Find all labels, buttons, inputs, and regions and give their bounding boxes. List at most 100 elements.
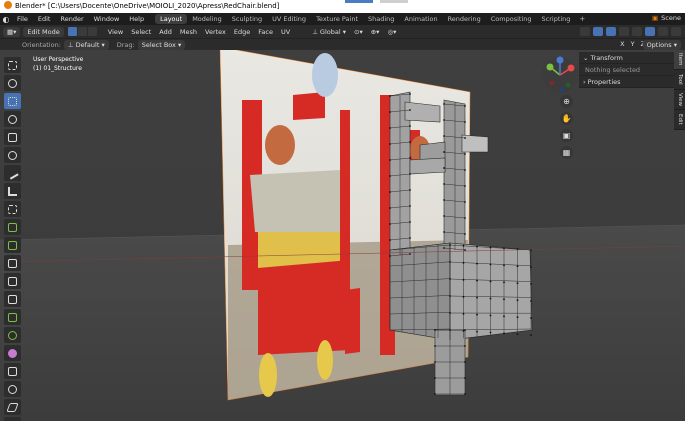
poly-build-tool[interactable] bbox=[4, 309, 21, 325]
material-shading-icon[interactable] bbox=[658, 27, 668, 36]
navigation-buttons: ⊕ ✋ ▣ ▦ bbox=[560, 95, 573, 159]
tab-edit[interactable]: Edit bbox=[674, 110, 685, 130]
annotate-tool[interactable] bbox=[4, 165, 21, 181]
navigation-gizmo[interactable] bbox=[540, 55, 580, 95]
workspace-tab-layout[interactable]: Layout bbox=[155, 14, 188, 24]
smooth-icon bbox=[8, 348, 17, 358]
edge-slide-icon bbox=[8, 366, 17, 376]
cursor-icon bbox=[8, 78, 17, 88]
add-workspace-button[interactable]: + bbox=[575, 15, 589, 23]
select-box-tool[interactable] bbox=[4, 57, 21, 73]
rotate-tool[interactable] bbox=[4, 111, 21, 127]
tab-tool[interactable]: Tool bbox=[674, 70, 685, 90]
overlays-toggle-icon[interactable] bbox=[606, 27, 616, 36]
menu-add[interactable]: Add bbox=[155, 28, 176, 36]
proportional-editing-icon[interactable]: ◎▾ bbox=[383, 28, 400, 36]
extrude-tool[interactable] bbox=[4, 219, 21, 235]
rip-tool[interactable] bbox=[4, 417, 21, 421]
add-cube-tool[interactable] bbox=[4, 201, 21, 217]
workspace-tab-scripting[interactable]: Scripting bbox=[537, 14, 576, 24]
smooth-tool[interactable] bbox=[4, 345, 21, 361]
xray-toggle-icon[interactable] bbox=[619, 27, 629, 36]
spin-tool[interactable] bbox=[4, 327, 21, 343]
options-dropdown[interactable]: Options ▾ bbox=[642, 40, 681, 50]
edge-slide-tool[interactable] bbox=[4, 363, 21, 379]
mode-dropdown[interactable]: Edit Mode bbox=[23, 26, 64, 37]
transform-orientation-dropdown[interactable]: ⊥ Global ▾ bbox=[308, 28, 350, 36]
cursor-tool[interactable] bbox=[4, 75, 21, 91]
gizmo-x-icon[interactable] bbox=[567, 64, 575, 72]
shrink-fatten-tool[interactable] bbox=[4, 381, 21, 397]
editor-type-dropdown[interactable]: ▦▾ bbox=[3, 26, 21, 37]
rendered-shading-icon[interactable] bbox=[671, 27, 681, 36]
spin-icon bbox=[8, 330, 17, 340]
shear-tool[interactable] bbox=[4, 399, 21, 415]
inset-tool[interactable] bbox=[4, 237, 21, 253]
face-select-button[interactable] bbox=[87, 27, 97, 36]
pan-hand-icon[interactable]: ✋ bbox=[560, 112, 573, 125]
scale-tool[interactable] bbox=[4, 129, 21, 145]
menu-render[interactable]: Render bbox=[55, 15, 88, 23]
edge-select-button[interactable] bbox=[77, 27, 87, 36]
rotate-icon bbox=[8, 114, 17, 124]
window-title: Blender* [C:\Users\Docente\OneDrive\MOIO… bbox=[15, 2, 280, 10]
3d-viewport[interactable] bbox=[0, 50, 685, 421]
pivot-point-icon[interactable]: ⊙▾ bbox=[350, 28, 367, 36]
camera-view-icon[interactable]: ▣ bbox=[560, 129, 573, 142]
tab-item[interactable]: Item bbox=[674, 50, 685, 70]
transform-tool[interactable] bbox=[4, 147, 21, 163]
perspective-label: User Perspective bbox=[33, 56, 84, 63]
menu-uv[interactable]: UV bbox=[277, 28, 294, 36]
solid-shading-icon[interactable] bbox=[645, 27, 655, 36]
blender-logo-icon bbox=[4, 1, 12, 9]
menu-help[interactable]: Help bbox=[124, 15, 149, 23]
tab-view[interactable]: View bbox=[674, 90, 685, 110]
inset-icon bbox=[8, 240, 17, 250]
menu-edit[interactable]: Edit bbox=[33, 15, 56, 23]
menu-mesh[interactable]: Mesh bbox=[176, 28, 201, 36]
shear-icon bbox=[6, 402, 19, 412]
vertex-select-button[interactable] bbox=[67, 27, 77, 36]
move-tool[interactable] bbox=[4, 93, 21, 109]
transform-panel-header[interactable]: ⌄ Transform bbox=[579, 52, 674, 64]
drag-dropdown[interactable]: Select Box ▾ bbox=[137, 39, 186, 50]
measure-tool[interactable] bbox=[4, 183, 21, 199]
snap-icon[interactable]: ⊕▾ bbox=[367, 28, 384, 36]
menu-face[interactable]: Face bbox=[254, 28, 277, 36]
gizmo-toggle-icon[interactable] bbox=[593, 27, 603, 36]
gizmo-y-icon[interactable] bbox=[546, 63, 554, 71]
workspace-tab-animation[interactable]: Animation bbox=[399, 14, 442, 24]
loop-cut-tool[interactable] bbox=[4, 273, 21, 289]
wireframe-shading-icon[interactable] bbox=[632, 27, 642, 36]
workspace-tab-uv-editing[interactable]: UV Editing bbox=[267, 14, 311, 24]
blender-menu-icon[interactable]: ◐ bbox=[0, 15, 12, 24]
workspace-tab-texture-paint[interactable]: Texture Paint bbox=[311, 14, 363, 24]
menu-file[interactable]: File bbox=[12, 15, 33, 23]
menu-select[interactable]: Select bbox=[127, 28, 155, 36]
properties-panel-header[interactable]: › Properties bbox=[579, 76, 674, 88]
mirror-x-button[interactable]: X bbox=[620, 40, 624, 48]
bevel-tool[interactable] bbox=[4, 255, 21, 271]
workspace-tab-shading[interactable]: Shading bbox=[363, 14, 399, 24]
menu-vertex[interactable]: Vertex bbox=[201, 28, 230, 36]
workspace-tab-modeling[interactable]: Modeling bbox=[187, 14, 227, 24]
mirror-y-button[interactable]: Y bbox=[631, 40, 635, 48]
tool-settings-header: Orientation: ⊥ Default ▾ Drag: Select Bo… bbox=[0, 38, 685, 50]
overlay-visibility-icon[interactable] bbox=[580, 27, 590, 36]
gizmo-z-icon[interactable] bbox=[556, 56, 564, 64]
workspace-tab-compositing[interactable]: Compositing bbox=[486, 14, 537, 24]
menu-view[interactable]: View bbox=[104, 28, 127, 36]
scene-selector[interactable]: ▣ Scene bbox=[652, 14, 681, 22]
move-icon bbox=[8, 96, 17, 106]
viewport-scene bbox=[0, 50, 685, 421]
workspace-tab-sculpting[interactable]: Sculpting bbox=[227, 14, 267, 24]
orientation-dropdown[interactable]: ⊥ Default ▾ bbox=[63, 39, 109, 50]
window-titlebar: Blender* [C:\Users\Docente\OneDrive\MOIO… bbox=[0, 0, 685, 13]
knife-tool[interactable] bbox=[4, 291, 21, 307]
zoom-icon[interactable]: ⊕ bbox=[560, 95, 573, 108]
transform-icon bbox=[8, 150, 17, 160]
menu-edge[interactable]: Edge bbox=[230, 28, 254, 36]
workspace-tab-rendering[interactable]: Rendering bbox=[443, 14, 486, 24]
orthographic-toggle-icon[interactable]: ▦ bbox=[560, 146, 573, 159]
menu-window[interactable]: Window bbox=[89, 15, 125, 23]
